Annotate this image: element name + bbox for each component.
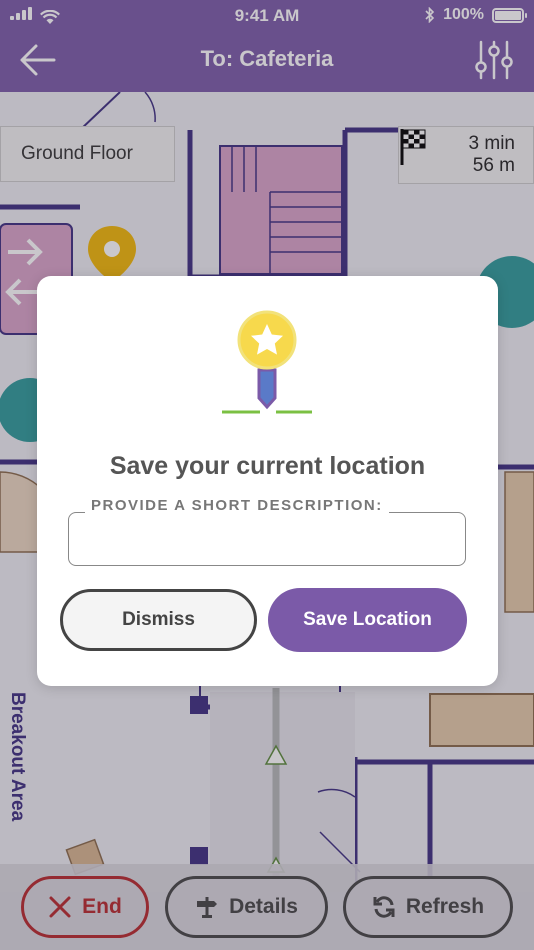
save-location-button[interactable]: Save Location [268,588,467,652]
dialog-title: Save your current location [109,452,426,480]
save-location-dialog: Save your current location PROVIDE A SHO… [37,276,498,686]
dismiss-button[interactable]: Dismiss [60,589,257,651]
save-location-pin-icon [222,310,312,414]
description-input[interactable] [70,514,464,564]
description-field-label: PROVIDE A SHORT DESCRIPTION: [85,497,389,514]
